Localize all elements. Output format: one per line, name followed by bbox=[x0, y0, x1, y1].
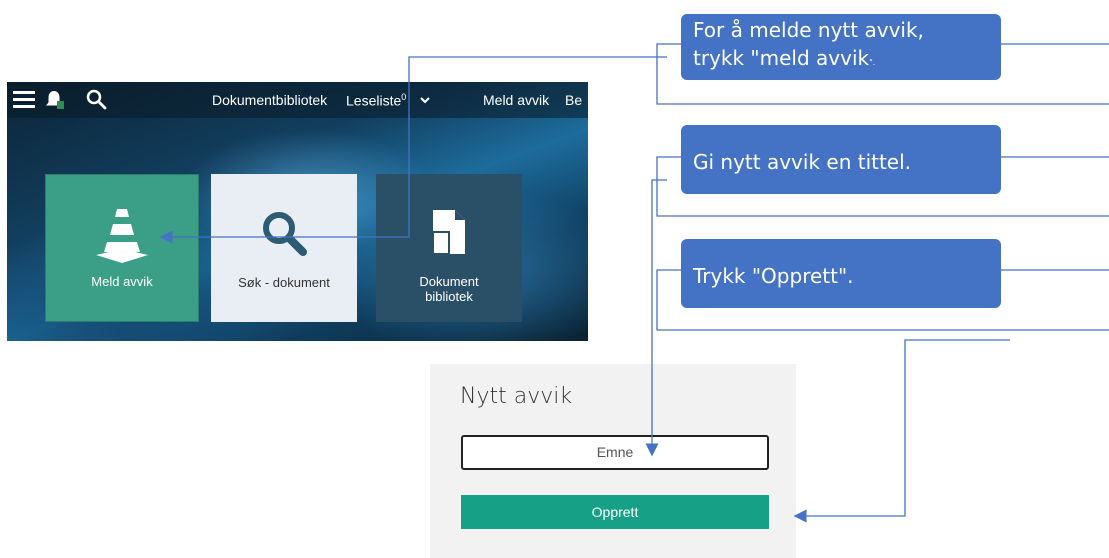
callout-title-step: Gi nytt avvik en tittel. bbox=[681, 125, 1001, 194]
tile-report-deviation-label: Meld avvik bbox=[91, 274, 153, 289]
callout-report-line2-tail: ". bbox=[869, 58, 876, 67]
dialog-title: Nytt avvik bbox=[460, 384, 573, 409]
bell-icon[interactable] bbox=[42, 88, 66, 112]
callout-report-line1: For å melde nytt avvik, bbox=[693, 18, 924, 42]
nav-reading-list-label: Leseliste bbox=[346, 92, 402, 109]
nav-reading-list[interactable]: Leseliste0 bbox=[346, 92, 406, 109]
app-screenshot: Dokumentbibliotek Leseliste0 Meld avvik … bbox=[7, 82, 588, 341]
callout-report-step: For å melde nytt avvik, trykk "meld avvi… bbox=[681, 14, 1001, 80]
tile-search-document-label: Søk - dokument bbox=[238, 275, 330, 290]
subject-input[interactable]: Emne bbox=[461, 435, 769, 470]
nav-truncated[interactable]: Be bbox=[565, 92, 582, 108]
document-icon bbox=[432, 210, 465, 255]
callout-report-line2-text: trykk "meld avvik bbox=[693, 46, 870, 70]
new-deviation-dialog: Nytt avvik Emne Opprett bbox=[430, 364, 796, 558]
top-bar: Dokumentbibliotek Leseliste0 Meld avvik … bbox=[7, 82, 588, 118]
traffic-cone-icon bbox=[96, 209, 148, 263]
callout-create-step: Trykk "Opprett". bbox=[681, 239, 1001, 308]
hamburger-menu-icon[interactable] bbox=[13, 91, 35, 108]
search-icon[interactable] bbox=[85, 88, 107, 110]
connector-line bbox=[793, 339, 1010, 523]
tile-document-library[interactable]: Dokument bibliotek bbox=[376, 174, 522, 322]
tile-document-library-label-1: Dokument bbox=[419, 274, 479, 289]
nav-report-deviation[interactable]: Meld avvik bbox=[483, 92, 549, 108]
reading-list-count: 0 bbox=[401, 92, 407, 102]
tile-document-library-label-2: bibliotek bbox=[425, 289, 473, 304]
search-icon bbox=[263, 212, 307, 256]
nav-document-library[interactable]: Dokumentbibliotek bbox=[212, 92, 327, 108]
create-button[interactable]: Opprett bbox=[461, 495, 769, 529]
tile-report-deviation[interactable]: Meld avvik bbox=[45, 174, 199, 322]
tile-search-document[interactable]: Søk - dokument bbox=[211, 174, 357, 322]
callout-report-line2: trykk "meld avvik". bbox=[693, 44, 989, 77]
chevron-down-icon[interactable] bbox=[419, 95, 431, 105]
